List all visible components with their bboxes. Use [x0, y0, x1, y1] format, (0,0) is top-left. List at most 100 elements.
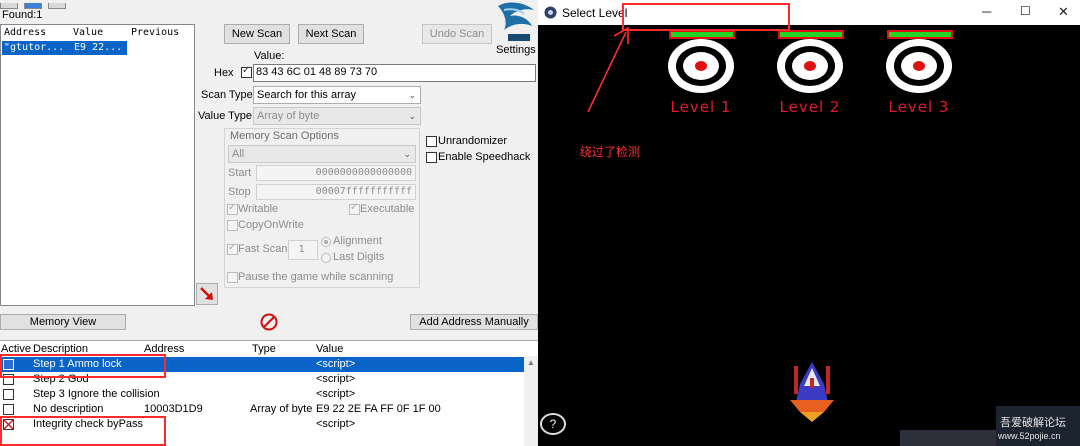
settings-label[interactable]: Settings	[496, 44, 536, 56]
result-value: E9 22...	[74, 42, 123, 53]
row-type: Array of byte	[250, 403, 313, 415]
active-checkbox[interactable]	[3, 389, 14, 400]
new-scan-button[interactable]: New Scan	[224, 24, 290, 44]
hex-label: Hex	[214, 67, 234, 79]
result-row[interactable]: "gtutor... E9 22...	[2, 41, 127, 55]
row-description: Step 3 Ignore the collision	[33, 388, 160, 400]
fast-scan-input[interactable]: 1	[288, 240, 318, 260]
start-label: Start	[228, 167, 252, 179]
help-button[interactable]: ?	[540, 413, 566, 435]
scan-type-select[interactable]: Search for this array ⌄	[253, 86, 421, 104]
pause-game-label: Pause the game while scanning	[238, 271, 394, 283]
result-address: "gtutor...	[4, 42, 65, 53]
scan-results-list[interactable]: Address Value Previous "gtutor... E9 22.…	[0, 24, 195, 306]
executable-label: Executable	[360, 203, 415, 215]
red-arrow-icon	[200, 287, 213, 300]
stop-label: Stop	[228, 186, 251, 198]
scan-type-label: Scan Type	[201, 89, 253, 101]
found-count: Found:1	[2, 9, 43, 21]
row-description: No description	[33, 403, 104, 415]
cheat-engine-window: Found:1 Address Value Previous "gtutor..…	[0, 0, 538, 446]
scan-type-value: Search for this array	[257, 89, 357, 101]
app-icon	[544, 6, 557, 19]
pause-game-checkbox[interactable]	[227, 272, 238, 283]
fast-scan-checkbox[interactable]	[227, 242, 238, 255]
last-digits-radio[interactable]	[321, 253, 331, 263]
hex-checkbox[interactable]	[241, 65, 252, 78]
annotation-box-integrity-bypass	[0, 416, 166, 446]
results-header-address: Address	[4, 27, 47, 38]
scroll-up-icon[interactable]: ▲	[527, 358, 535, 367]
executable-checkbox[interactable]	[349, 202, 360, 215]
last-digits-label: Last Digits	[333, 251, 385, 263]
level-3-target-icon[interactable]	[885, 38, 953, 94]
unrandomizer-label: Unrandomizer	[438, 135, 508, 147]
hex-value-input[interactable]: 83 43 6C 01 48 89 73 70	[253, 64, 536, 82]
watermark-url: www.52pojie.cn	[998, 431, 1061, 441]
header-type: Type	[252, 343, 276, 355]
game-window: Select Level ─ ☐ ✕ Level 1 Level 2 Level…	[538, 0, 1080, 446]
memory-region-select[interactable]: All ⌄	[228, 145, 416, 163]
row-value: <script>	[316, 358, 356, 370]
copy-on-write-label: CopyOnWrite	[238, 219, 304, 231]
table-row[interactable]: Step 3 Ignore the collision <script>	[0, 387, 524, 402]
toolbar-icons	[0, 0, 80, 9]
alignment-radio[interactable]	[321, 237, 331, 247]
undo-scan-button[interactable]: Undo Scan	[422, 24, 492, 44]
value-type-label: Value Type	[198, 110, 253, 122]
memory-scan-options-title: Memory Scan Options	[230, 130, 339, 142]
level-3-label[interactable]: Level 3	[879, 98, 959, 116]
memory-view-button[interactable]: Memory View	[0, 314, 126, 330]
results-header-value: Value	[73, 27, 104, 38]
watermark-title: 吾爱破解论坛	[1000, 417, 1066, 429]
header-value: Value	[316, 343, 344, 355]
memory-region-value: All	[232, 148, 245, 160]
writable-label: Writable	[238, 203, 279, 215]
annotation-arrow	[587, 26, 629, 113]
level-1-label[interactable]: Level 1	[661, 98, 741, 116]
clear-list-icon[interactable]	[259, 312, 279, 332]
copy-on-write-checkbox[interactable]	[227, 220, 238, 231]
row-value: <script>	[316, 388, 356, 400]
chevron-down-icon: ⌄	[403, 149, 411, 159]
table-row[interactable]: No description 10003D1D9 Array of byte E…	[0, 402, 524, 417]
start-address-input[interactable]: 0000000000000000	[256, 165, 416, 181]
add-address-manually-button[interactable]: Add Address Manually	[410, 314, 538, 330]
active-checkbox[interactable]	[3, 404, 14, 415]
unrandomizer-checkbox[interactable]	[426, 136, 437, 147]
value-type-value: Array of byte	[257, 110, 320, 122]
row-address: 10003D1D9	[144, 403, 203, 415]
table-scrollbar[interactable]: ▲	[524, 356, 538, 446]
level-2-label[interactable]: Level 2	[770, 98, 850, 116]
level-2-target-icon[interactable]	[776, 38, 844, 94]
close-icon[interactable]: ✕	[1058, 4, 1069, 20]
game-window-title: Select Level	[562, 6, 628, 20]
add-to-list-button[interactable]	[196, 283, 218, 305]
annotation-box-title	[622, 3, 790, 31]
alignment-label: Alignment	[333, 235, 382, 247]
fast-scan-label: Fast Scan	[238, 243, 288, 255]
writable-checkbox[interactable]	[227, 202, 238, 215]
chevron-down-icon: ⌄	[408, 90, 416, 100]
row-value: <script>	[316, 373, 356, 385]
level-1-target-icon[interactable]	[667, 38, 735, 94]
save-icon[interactable]	[48, 3, 66, 9]
value-type-select[interactable]: Array of byte ⌄	[253, 107, 421, 125]
cheat-engine-logo[interactable]	[494, 0, 540, 44]
next-scan-button[interactable]: Next Scan	[298, 24, 364, 44]
results-header: Address Value Previous	[1, 25, 194, 39]
annotation-text: 绕过了检测	[580, 145, 641, 159]
stop-address-input[interactable]: 00007fffffffffff	[256, 184, 416, 200]
watermark: 吾爱破解论坛 www.52pojie.cn	[996, 406, 1080, 446]
minimize-icon[interactable]: ─	[982, 4, 991, 19]
annotation-box-ammo-lock	[0, 354, 166, 378]
background-strip	[900, 430, 996, 446]
results-header-previous: Previous	[131, 27, 180, 38]
speedhack-checkbox[interactable]	[426, 152, 437, 163]
row-value: <script>	[316, 418, 356, 430]
player-ship-icon	[790, 362, 834, 422]
chevron-down-icon: ⌄	[408, 111, 416, 121]
speedhack-label: Enable Speedhack	[438, 151, 531, 163]
row-value: E9 22 2E FA FF 0F 1F 00	[316, 403, 441, 415]
maximize-icon[interactable]: ☐	[1020, 4, 1031, 18]
